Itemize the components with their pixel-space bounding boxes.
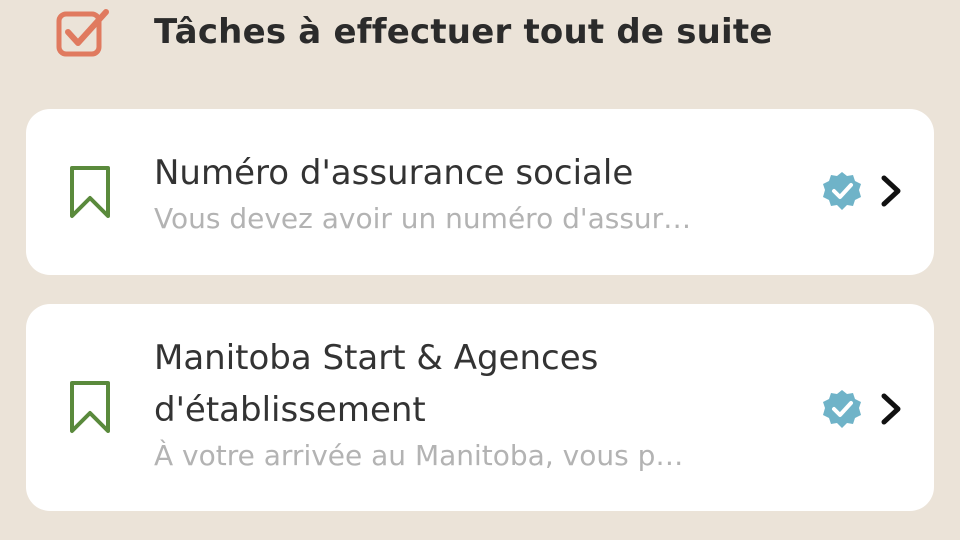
- section-title: Tâches à effectuer tout de suite: [154, 12, 773, 52]
- bookmark-icon: [68, 165, 112, 219]
- task-card-manitoba-start[interactable]: Manitoba Start & Agences d'établissement…: [26, 304, 934, 511]
- task-card-text: Manitoba Start & Agences d'établissement…: [154, 332, 754, 476]
- section-header: Tâches à effectuer tout de suite: [56, 4, 773, 60]
- task-card-social-insurance[interactable]: Numéro d'assurance sociale Vous devez av…: [26, 109, 934, 275]
- verified-badge-icon: [821, 170, 863, 212]
- checkbox-checked-icon: [56, 6, 114, 58]
- task-title: Numéro d'assurance sociale: [154, 153, 634, 193]
- task-title: Manitoba Start & Agences d'établissement: [154, 338, 599, 430]
- verified-badge-icon: [821, 388, 863, 430]
- task-subtitle: À votre arrivée au Manitoba, vous p…: [154, 439, 684, 472]
- bookmark-icon: [68, 380, 112, 434]
- task-card-text: Numéro d'assurance sociale Vous devez av…: [154, 147, 754, 239]
- chevron-right-icon[interactable]: [878, 392, 904, 426]
- task-subtitle: Vous devez avoir un numéro d'assur…: [154, 202, 692, 235]
- chevron-right-icon[interactable]: [878, 174, 904, 208]
